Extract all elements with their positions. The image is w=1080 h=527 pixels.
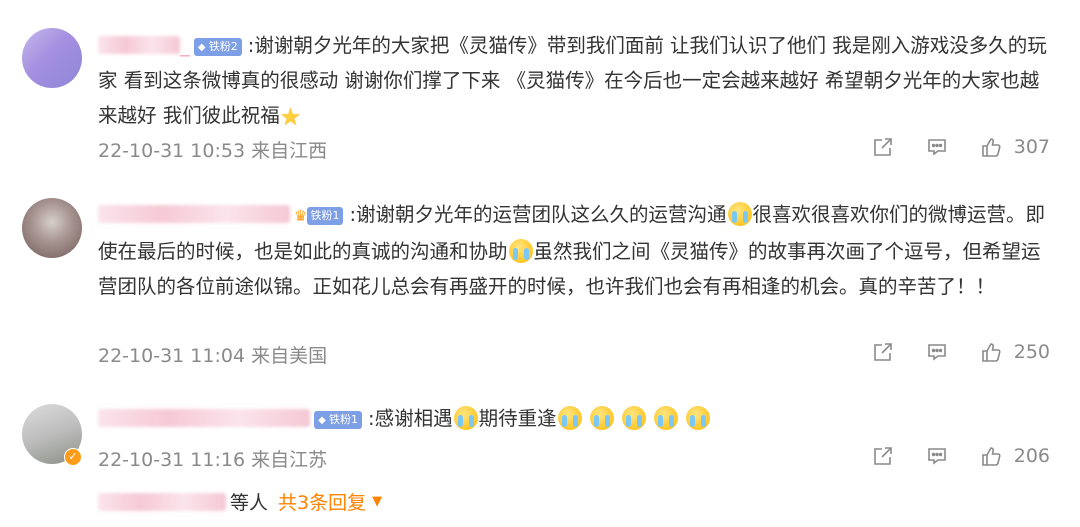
verified-badge-icon: ✓ xyxy=(64,448,82,466)
comment-time: 22-10-31 11:04 xyxy=(98,345,246,367)
comment-icon[interactable] xyxy=(926,136,948,158)
emoji-cry-icon xyxy=(557,406,582,430)
username[interactable] xyxy=(98,36,180,54)
emoji-cry-icon xyxy=(686,406,711,430)
gem-icon: ◆ xyxy=(197,42,206,53)
share-icon[interactable] xyxy=(872,136,894,158)
more-replies-link[interactable]: 共3条回复 xyxy=(278,488,366,515)
username[interactable] xyxy=(98,205,290,223)
emoji-star-icon: ★ xyxy=(279,103,302,131)
comment-time: 22-10-31 11:16 xyxy=(98,449,246,471)
comment-text: ♛ 铁粉1:谢谢朝夕光年的运营团队这么久的运营沟通 很喜欢很喜欢你们的微博运营。即使… xyxy=(98,197,1053,304)
emoji-cry-icon xyxy=(589,406,614,430)
avatar[interactable] xyxy=(22,198,82,258)
like-button[interactable]: 307 xyxy=(980,136,1050,158)
comment-text: ◆ 铁粉1:感谢相遇 期待重逢 xyxy=(98,401,1053,436)
like-button[interactable]: 250 xyxy=(980,341,1050,363)
gem-icon: ◆ xyxy=(318,415,326,426)
emoji-cry-icon xyxy=(727,202,752,226)
comment-actions: 206 xyxy=(872,445,1050,467)
like-icon xyxy=(980,341,1002,363)
reply-suffix: 等人 xyxy=(230,492,269,514)
like-button[interactable]: 206 xyxy=(980,445,1050,467)
comment-meta: 22-10-31 10:53 来自江西 xyxy=(98,136,327,163)
like-count: 307 xyxy=(1013,136,1050,158)
username[interactable] xyxy=(98,409,310,427)
comment-icon[interactable] xyxy=(926,341,948,363)
comment-icon[interactable] xyxy=(926,445,948,467)
share-icon[interactable] xyxy=(872,341,894,363)
avatar[interactable] xyxy=(22,28,82,88)
comment-meta: 22-10-31 11:16 来自江苏 xyxy=(98,445,327,472)
fan-badge[interactable]: 铁粉1 xyxy=(307,207,344,225)
comment-time: 22-10-31 10:53 xyxy=(98,140,246,162)
comment-text: _ ◆ 铁粉2:谢谢朝夕光年的大家把《灵猫传》带到我们面前 让我们认识了他们 我是刚… xyxy=(98,28,1053,135)
like-count: 250 xyxy=(1013,341,1050,363)
fan-badge[interactable]: ◆ 铁粉1 xyxy=(314,411,362,429)
comment-actions: 307 xyxy=(872,136,1050,158)
like-count: 206 xyxy=(1013,445,1050,467)
comment-location: 来自美国 xyxy=(251,345,328,367)
like-icon xyxy=(980,445,1002,467)
comment-location: 来自江西 xyxy=(251,140,328,162)
comment-meta: 22-10-31 11:04 来自美国 xyxy=(98,341,327,368)
emoji-cry-icon xyxy=(508,239,533,263)
reply-usernames[interactable] xyxy=(98,492,226,511)
comment-actions: 250 xyxy=(872,341,1050,363)
caret-down-icon[interactable]: ▼ xyxy=(372,494,382,509)
comment-location: 来自江苏 xyxy=(251,449,328,471)
emoji-cry-icon xyxy=(622,406,646,430)
reply-footer: 等人 共3条回复 ▼ xyxy=(98,488,382,515)
like-icon xyxy=(980,136,1002,158)
share-icon[interactable] xyxy=(872,445,894,467)
crown-icon: ♛ xyxy=(294,207,308,225)
emoji-cry-icon xyxy=(453,406,478,430)
fan-badge[interactable]: ◆ 铁粉2 xyxy=(193,38,242,56)
emoji-cry-icon xyxy=(654,406,679,430)
